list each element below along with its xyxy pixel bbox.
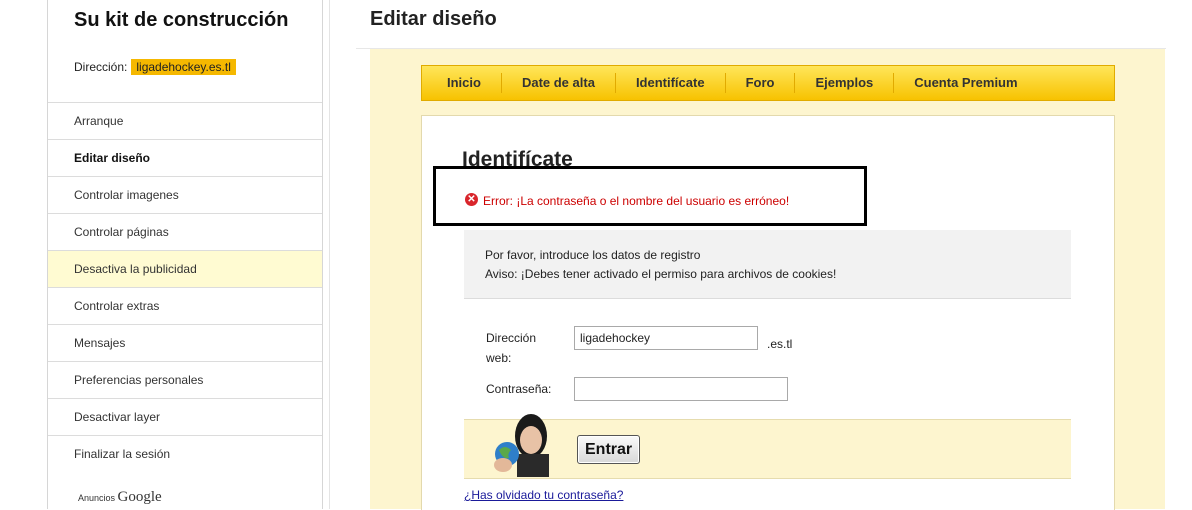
address-badge[interactable]: ligadehockey.es.tl	[131, 59, 236, 75]
nav-date-de-alta[interactable]: Date de alta	[502, 73, 616, 93]
sidebar-item-arranque[interactable]: Arranque	[48, 102, 322, 139]
password-input[interactable]	[574, 377, 788, 401]
page-title: Editar diseño	[370, 8, 497, 30]
sidebar-item-controlar-paginas[interactable]: Controlar páginas	[48, 213, 322, 250]
sidebar-item-editar-diseno[interactable]: Editar diseño	[48, 139, 322, 176]
error-icon: ✕	[465, 192, 478, 206]
sidebar-title: Su kit de construcción	[74, 9, 289, 31]
forgot-password-link[interactable]: ¿Has olvidado tu contraseña?	[464, 488, 623, 502]
address-label: Dirección:	[74, 60, 128, 74]
sidebar-item-controlar-extras[interactable]: Controlar extras	[48, 287, 322, 324]
error-message: ✕ Error: ¡La contraseña o el nombre del …	[465, 190, 789, 208]
sidebar-item-preferencias[interactable]: Preferencias personales	[48, 361, 322, 398]
info-box: Por favor, introduce los datos de regist…	[464, 230, 1071, 299]
info-text-registro: Por favor, introduce los datos de regist…	[485, 248, 701, 262]
nav-identificate[interactable]: Identifícate	[616, 73, 726, 93]
sidebar-menu: Arranque Editar diseño Controlar imagene…	[48, 102, 322, 472]
column-divider	[329, 0, 330, 509]
sidebar: Su kit de construcción Dirección: ligadeh…	[47, 0, 323, 509]
address-field-label-line1: Dirección	[486, 331, 537, 345]
nav-inicio[interactable]: Inicio	[422, 73, 502, 93]
sidebar-item-desactivar-layer[interactable]: Desactivar layer	[48, 398, 322, 435]
google-logo: Google	[117, 489, 162, 505]
nav-ejemplos[interactable]: Ejemplos	[795, 73, 895, 93]
address-field-label-line2: web:	[486, 351, 512, 365]
sidebar-item-desactiva-publicidad[interactable]: Desactiva la publicidad	[48, 250, 322, 287]
sidebar-item-controlar-imagenes[interactable]: Controlar imagenes	[48, 176, 322, 213]
site-navbar: Inicio Date de alta Identifícate Foro Ej…	[421, 65, 1115, 101]
sidebar-item-mensajes[interactable]: Mensajes	[48, 324, 322, 361]
sidebar-item-finalizar-sesion[interactable]: Finalizar la sesión	[48, 435, 322, 472]
error-text: Error: ¡La contraseña o el nombre del us…	[483, 194, 790, 208]
nav-cuenta-premium[interactable]: Cuenta Premium	[894, 73, 1037, 93]
address-field-label: Dirección web:	[486, 328, 536, 368]
sidebar-address: Dirección: ligadehockey.es.tl	[74, 59, 236, 75]
person-with-globe-icon	[483, 410, 557, 477]
nav-foro[interactable]: Foro	[726, 73, 796, 93]
enter-button[interactable]: Entrar	[577, 435, 641, 464]
address-input[interactable]	[574, 326, 758, 350]
google-ads[interactable]: Anuncios Google	[78, 489, 162, 506]
address-suffix: .es.tl	[767, 337, 793, 351]
password-label: Contraseña:	[486, 382, 552, 396]
info-text-cookies: Aviso: ¡Debes tener activado el permiso …	[485, 267, 837, 281]
ads-label: Anuncios	[78, 493, 116, 503]
